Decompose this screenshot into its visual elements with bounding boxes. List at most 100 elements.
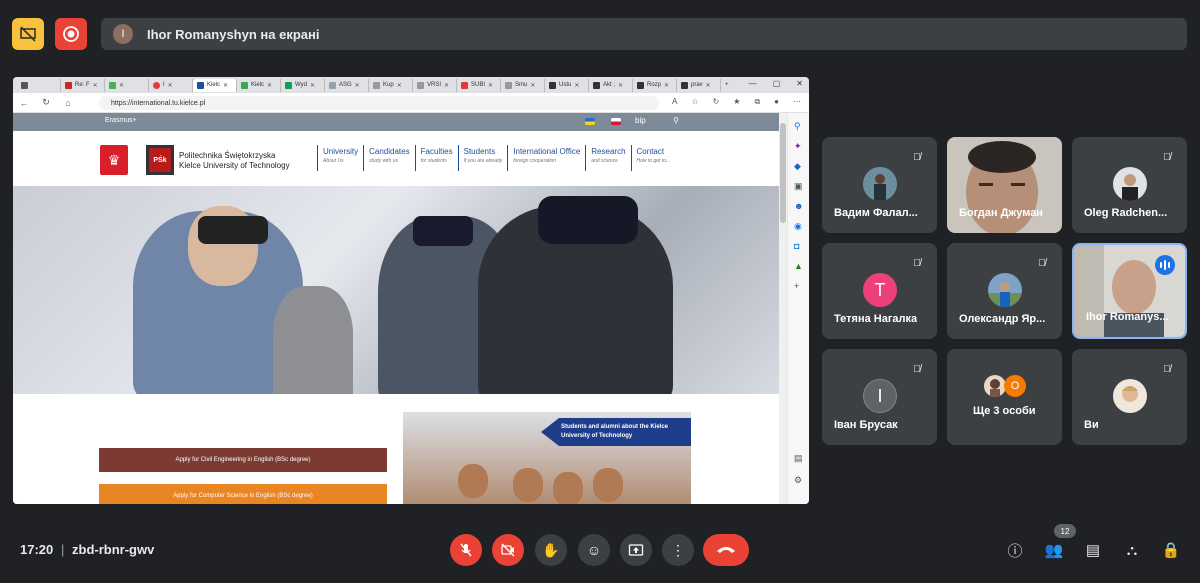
participant-tile[interactable]: T 🎙̸ Тетяна Нагалка: [822, 243, 937, 339]
tree-icon[interactable]: ▲: [794, 261, 803, 271]
profile-icon[interactable]: ●: [774, 97, 779, 107]
browser-tab[interactable]: Re: F ✕: [61, 78, 105, 92]
browser-tab[interactable]: Wyd ✕: [281, 78, 325, 92]
sparkle-icon[interactable]: ✦: [794, 141, 802, 152]
collections-icon[interactable]: ⧉: [754, 97, 760, 107]
briefcase-icon[interactable]: ▣: [794, 181, 803, 192]
minimize-icon[interactable]: —: [749, 79, 757, 88]
reactions-button[interactable]: ☺: [578, 534, 610, 566]
menu-item-contact[interactable]: Contact How to get to...: [630, 145, 676, 171]
document-icon: [505, 81, 512, 89]
more-participants-tile[interactable]: O Ще 3 особи: [947, 349, 1062, 445]
favorites-icon[interactable]: ★: [733, 97, 740, 107]
browser-tab[interactable]: Kup ✕: [369, 78, 413, 92]
browser-tab[interactable]: Smu ✕: [501, 78, 545, 92]
menu-item-candidates[interactable]: Candidates study with us: [363, 145, 414, 171]
refresh-icon[interactable]: ↻: [713, 97, 720, 107]
host-controls-button[interactable]: 🔒: [1159, 538, 1183, 562]
more-icon[interactable]: ⋯: [793, 97, 801, 107]
browser-tab[interactable]: Ustu ✕: [545, 78, 589, 92]
raise-hand-button[interactable]: ✋: [535, 534, 567, 566]
menu-item-university[interactable]: University About Us: [317, 145, 363, 171]
activities-button[interactable]: ⛬: [1120, 538, 1144, 562]
menu-item-research[interactable]: Research and science: [585, 145, 630, 171]
site-menu: University About Us Candidates study with …: [317, 145, 675, 171]
more-options-button[interactable]: ⋮: [662, 534, 694, 566]
favorite-icon[interactable]: ☆: [691, 97, 698, 107]
university-logo[interactable]: PŚk: [146, 145, 174, 175]
avatar: [988, 273, 1022, 307]
page-scrollbar[interactable]: [779, 113, 787, 504]
reload-icon[interactable]: ↻: [35, 97, 57, 108]
browser-tab[interactable]: Akt ; ✕: [589, 78, 633, 92]
participant-tile[interactable]: Богдан Джуман: [947, 137, 1062, 233]
meeting-details-button[interactable]: ⓘ: [1003, 538, 1027, 562]
avatar: [1113, 379, 1147, 413]
new-tab-button[interactable]: +: [721, 79, 735, 92]
browser-tab[interactable]: Rozp ✕: [633, 78, 677, 92]
close-icon[interactable]: ✕: [796, 79, 803, 88]
browser-tab[interactable]: Kielc ✕: [237, 78, 281, 92]
scroll-thumb[interactable]: [780, 123, 786, 223]
read-aloud-icon[interactable]: A: [672, 97, 677, 107]
participant-tile-self[interactable]: 🎙̸ Ви: [1072, 349, 1187, 445]
menu-item-students[interactable]: Students If you are already: [457, 145, 508, 171]
search-icon[interactable]: ⚲: [794, 121, 801, 132]
erasmus-link[interactable]: Erasmus+: [105, 117, 137, 124]
browser-tab[interactable]: prav ✕: [677, 78, 721, 92]
browser-tab-active[interactable]: Kielc ✕: [193, 78, 237, 92]
shared-screen[interactable]: Re: F ✕ ✕ I ✕ Kielc ✕ Kielc ✕ Wyd ✕ ASG ✕ Kup ✕…: [13, 77, 809, 504]
add-icon[interactable]: +: [794, 281, 799, 291]
ukraine-flag-icon[interactable]: [585, 118, 595, 125]
home-icon[interactable]: ⌂: [57, 98, 79, 108]
participant-tile-active-speaker[interactable]: Ihor Romanys...: [1072, 243, 1187, 339]
camera-button[interactable]: [492, 534, 524, 566]
hero-image: [13, 186, 779, 394]
participant-tile[interactable]: 🎙̸ Олександр Яр...: [947, 243, 1062, 339]
search-icon[interactable]: ⚲: [673, 116, 679, 125]
student-face: [458, 464, 488, 498]
browser-tab[interactable]: [17, 78, 61, 92]
present-screen-button[interactable]: [620, 534, 652, 566]
leave-call-button[interactable]: [703, 534, 749, 566]
site-icon: [549, 81, 556, 89]
vr-headset: [538, 196, 638, 244]
vr-headset: [198, 216, 268, 244]
browser-tab[interactable]: ✕: [105, 78, 149, 92]
menu-item-international-office[interactable]: International Office foreign cooperation: [507, 145, 585, 171]
back-icon[interactable]: ←: [13, 98, 35, 108]
outlook-icon[interactable]: ◘: [794, 241, 799, 251]
browser-tab[interactable]: I ✕: [149, 78, 193, 92]
apply-civil-engineering-button[interactable]: Apply for Civil Engineering in English (…: [99, 448, 387, 472]
people-button[interactable]: 👥: [1042, 538, 1066, 562]
circle-icon[interactable]: ◉: [794, 221, 802, 232]
participant-tile[interactable]: І 🎙̸ Іван Брусак: [822, 349, 937, 445]
window-controls: — ▢ ✕: [749, 79, 803, 88]
microphone-button[interactable]: [450, 534, 482, 566]
browser-tab[interactable]: SUBI ✕: [457, 78, 501, 92]
stop-presenting-button[interactable]: [12, 18, 44, 50]
participant-tile[interactable]: 🎙̸ Вадим Фалал...: [822, 137, 937, 233]
tag-icon[interactable]: ◆: [794, 161, 801, 172]
maps-icon: [241, 81, 248, 89]
chat-button[interactable]: ▤: [1081, 538, 1105, 562]
recording-button[interactable]: [55, 18, 87, 50]
hand-icon: ✋: [542, 541, 560, 558]
people-icon[interactable]: ☻: [794, 201, 803, 211]
info-icon: ⓘ: [1007, 542, 1023, 560]
maximize-icon[interactable]: ▢: [773, 79, 781, 88]
apply-computer-science-button[interactable]: Apply for Computer Science in English (B…: [99, 484, 387, 504]
sidebar-toggle-icon[interactable]: ▤: [794, 453, 803, 464]
presenter-banner: I Ihor Romanyshyn на екрані: [101, 18, 1187, 50]
mic-off-icon: 🎙̸: [1038, 257, 1046, 269]
menu-item-faculties[interactable]: Faculties for students: [414, 145, 458, 171]
participant-tile[interactable]: 🎙̸ Oleg Radchen...: [1072, 137, 1187, 233]
settings-icon[interactable]: ⚙: [794, 475, 802, 486]
browser-tab[interactable]: ASG ✕: [325, 78, 369, 92]
poland-flag-icon[interactable]: [611, 118, 621, 125]
browser-tab[interactable]: VRSI ✕: [413, 78, 457, 92]
bip-link[interactable]: bip: [635, 116, 646, 125]
url-field[interactable]: https://international.tu.kielce.pl: [99, 96, 659, 110]
alumni-video-thumbnail[interactable]: Students and alumni about the Kielce Uni…: [403, 412, 691, 504]
lock-person-icon: 🔒: [1161, 542, 1181, 559]
